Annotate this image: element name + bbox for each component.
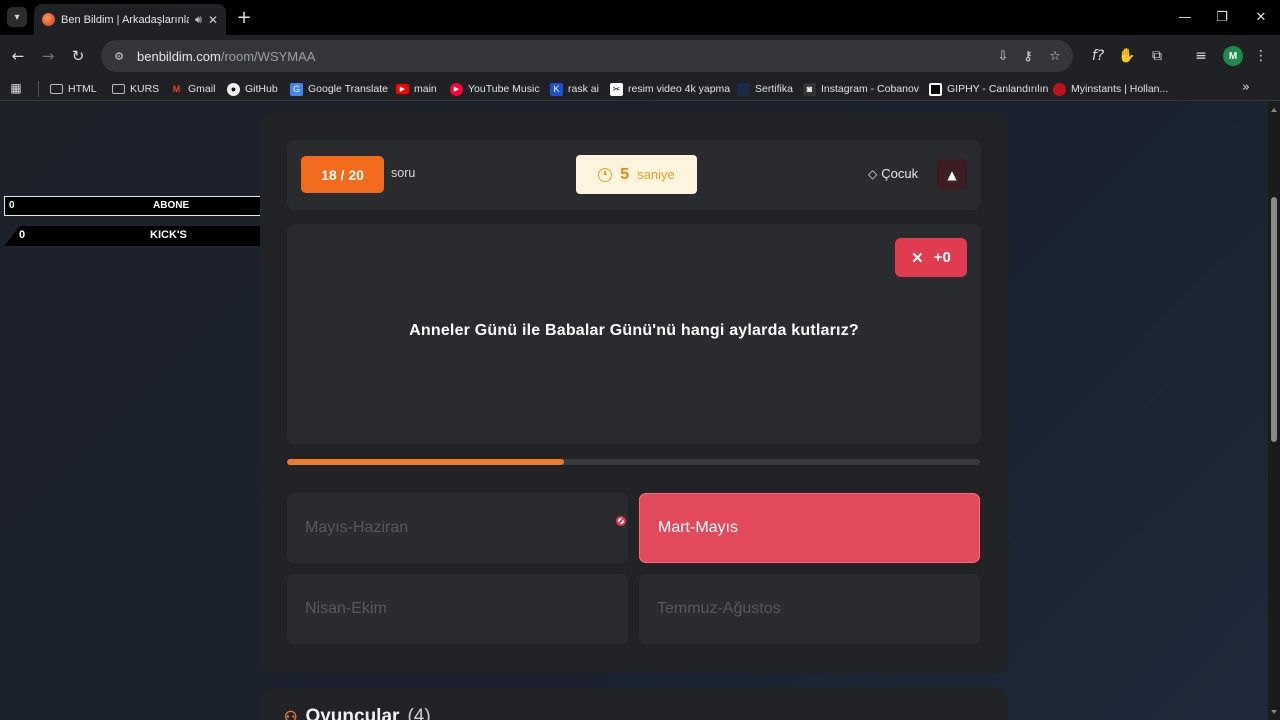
score-value: +0 bbox=[933, 249, 951, 266]
clock-icon bbox=[598, 167, 613, 182]
bookmark-google-translate[interactable]: G Google Translate bbox=[290, 80, 388, 98]
scrollbar-thumb[interactable] bbox=[1271, 197, 1277, 442]
translate-icon: G bbox=[290, 82, 303, 96]
abone-label: ABONE bbox=[153, 200, 190, 211]
bookmark-rask-ai[interactable]: Krask ai bbox=[550, 80, 599, 98]
answer-option-1[interactable]: Mayıs-Haziran bbox=[287, 493, 628, 563]
site-favicon-icon bbox=[42, 13, 55, 26]
category-text: Çocuk bbox=[881, 166, 919, 181]
wrong-x-icon: ✕ bbox=[911, 249, 924, 267]
forward-icon[interactable]: → bbox=[37, 45, 59, 67]
chrome-menu-icon[interactable]: ⋮ bbox=[1251, 46, 1271, 66]
question-text: Anneler Günü ile Babalar Günü'nü hangi a… bbox=[409, 322, 859, 339]
page-scrollbar[interactable] bbox=[1268, 102, 1280, 720]
capcut-icon: ✂ bbox=[610, 82, 623, 96]
abone-left-value: 0 bbox=[9, 200, 15, 211]
players-count: (4) bbox=[407, 706, 431, 720]
scroll-up-icon[interactable] bbox=[1271, 108, 1277, 112]
profile-avatar[interactable]: M bbox=[1223, 46, 1243, 66]
gmail-icon: M bbox=[172, 84, 181, 94]
restore-icon[interactable]: ❐ bbox=[1207, 6, 1237, 28]
time-progress-fill bbox=[287, 459, 565, 465]
answer-option-3[interactable]: Nisan-Ekim bbox=[287, 574, 628, 644]
kicks-label: KICK'S bbox=[150, 229, 187, 241]
github-icon: ● bbox=[227, 82, 240, 96]
blocked-answer-icon bbox=[616, 516, 626, 526]
question-counter-label: soru bbox=[391, 166, 416, 180]
time-progress-bar bbox=[287, 459, 980, 465]
warning-icon: ▲ bbox=[947, 167, 957, 182]
bookmarks-bar: ▦ HTML KURS M Gmail ● GitHub G Google Trans… bbox=[0, 77, 1280, 101]
question-counter: 18 / 20 bbox=[301, 156, 384, 193]
report-button[interactable]: ▲ bbox=[937, 159, 967, 190]
apps-grid-icon[interactable]: ▦ bbox=[9, 81, 23, 95]
window-close-icon[interactable]: ✕ bbox=[1246, 6, 1276, 28]
bookmark-kurs[interactable]: KURS bbox=[112, 80, 159, 98]
folder-icon bbox=[50, 84, 63, 94]
youtube-music-icon: ▶ bbox=[450, 82, 463, 96]
password-key-icon[interactable]: ⚷ bbox=[1019, 48, 1037, 64]
answer-option-2[interactable]: Mart-Mayıs bbox=[639, 493, 980, 563]
youtube-icon: ▶ bbox=[396, 84, 409, 94]
timer-value: 5 bbox=[620, 165, 630, 183]
tab-close-icon[interactable]: ✕ bbox=[208, 13, 218, 27]
myinstants-icon bbox=[1053, 82, 1066, 96]
players-header: ⚇ Oyuncular (4) bbox=[284, 706, 431, 720]
tab-title: Ben Bildim | Arkadaşlarınla bbox=[61, 13, 189, 26]
bookmark-instagram[interactable]: ◙ Instagram - Cobanov bbox=[803, 80, 919, 98]
bookmark-youtube-music[interactable]: ▶ YouTube Music bbox=[450, 80, 540, 98]
back-icon[interactable]: ← bbox=[7, 45, 29, 67]
url-text[interactable]: benbildim.com/room/WSYMAA bbox=[137, 49, 315, 64]
bookmark-star-icon[interactable]: ☆ bbox=[1046, 48, 1064, 64]
bookmark-myinstants[interactable]: Myinstants | Hollan... bbox=[1053, 80, 1168, 98]
giphy-icon bbox=[929, 82, 942, 96]
browser-tab-bar: ▾ Ben Bildim | Arkadaşlarınla 🔊︎ ✕ + — ❐… bbox=[0, 0, 1280, 35]
bookmark-resim-video[interactable]: ✂ resim video 4k yapma bbox=[610, 80, 730, 98]
kicks-left-value: 0 bbox=[19, 229, 26, 241]
instagram-icon: ◙ bbox=[803, 82, 816, 96]
bookmark-html[interactable]: HTML bbox=[50, 80, 97, 98]
font-extension-icon[interactable]: f? bbox=[1088, 46, 1108, 66]
page-content: 0 ABONE 5 0 KICK'S 1000 18 / 20 soru 5 s… bbox=[0, 102, 1268, 720]
folder-icon bbox=[112, 84, 125, 94]
install-app-icon[interactable]: ⇩ bbox=[994, 48, 1012, 64]
users-icon: ⚇ bbox=[284, 709, 298, 720]
speaker-icon[interactable]: 🔊︎ bbox=[195, 13, 202, 27]
tag-icon: ◇ bbox=[868, 166, 878, 181]
rask-icon: K bbox=[550, 82, 563, 96]
players-title: Oyuncular bbox=[305, 706, 400, 720]
bookmarks-overflow-icon[interactable]: » bbox=[1242, 80, 1250, 95]
answer-option-4[interactable]: Temmuz-Ağustos bbox=[639, 574, 980, 644]
category-label: ◇ Çocuk bbox=[868, 166, 918, 181]
browser-tab[interactable]: Ben Bildim | Arkadaşlarınla 🔊︎ ✕ bbox=[34, 4, 226, 35]
tab-search-icon[interactable]: ▾ bbox=[7, 7, 27, 27]
timer: 5 saniye bbox=[576, 155, 697, 194]
score-badge: ✕ +0 bbox=[895, 238, 967, 277]
scroll-down-icon[interactable] bbox=[1271, 710, 1277, 714]
reload-icon[interactable]: ↻ bbox=[67, 45, 89, 67]
new-tab-icon[interactable]: + bbox=[234, 6, 254, 28]
site-info-icon[interactable]: ⚙ bbox=[111, 48, 127, 64]
bookmark-gmail[interactable]: M Gmail bbox=[170, 80, 216, 98]
bookmarks-divider bbox=[38, 81, 39, 97]
bookmark-main[interactable]: ▶ main bbox=[396, 80, 437, 98]
sertifika-icon bbox=[737, 82, 750, 96]
extensions-puzzle-icon[interactable]: ⧉ bbox=[1147, 46, 1167, 66]
bookmark-github[interactable]: ● GitHub bbox=[227, 80, 278, 98]
bookmark-giphy[interactable]: GIPHY - Canlandırılın bbox=[929, 80, 1048, 98]
browser-toolbar: ← → ↻ ⚙ benbildim.com/room/WSYMAA ⇩ ⚷ ☆ … bbox=[0, 35, 1280, 77]
minimize-icon[interactable]: — bbox=[1170, 6, 1200, 28]
media-control-icon[interactable]: ≡ bbox=[1191, 46, 1211, 66]
timer-unit: saniye bbox=[637, 167, 675, 182]
extension-hand-icon[interactable]: ✋ bbox=[1117, 46, 1137, 66]
address-bar[interactable]: ⚙ benbildim.com/room/WSYMAA bbox=[101, 40, 1073, 72]
bookmark-sertifika[interactable]: Sertifika bbox=[737, 80, 793, 98]
